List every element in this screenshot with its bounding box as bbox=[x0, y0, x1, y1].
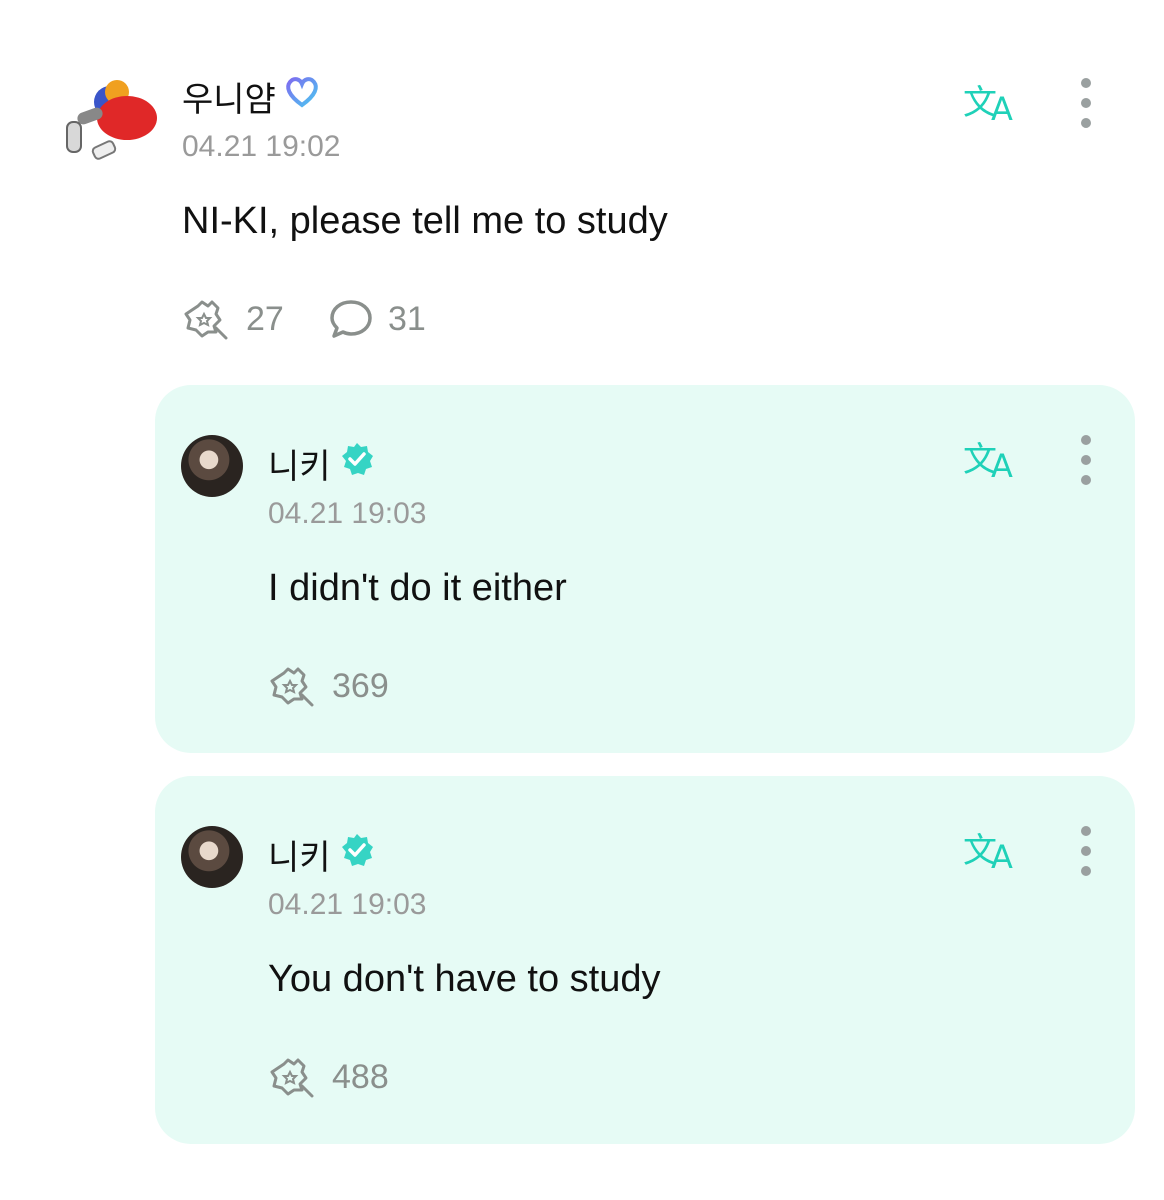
like-sticker-icon bbox=[270, 667, 314, 707]
reply-timestamp: 04.21 19:03 bbox=[268, 497, 427, 530]
post: 우니얌 04.21 19:02 文 A NI-KI, please tell m… bbox=[0, 0, 1164, 370]
verified-badge-icon bbox=[339, 832, 375, 877]
author-name: 니키 bbox=[268, 448, 331, 486]
post-text: NI-KI, please tell me to study bbox=[182, 200, 668, 242]
comment-bubble-icon bbox=[330, 300, 372, 338]
like-count: 369 bbox=[332, 666, 389, 705]
more-options-icon[interactable] bbox=[1076, 435, 1096, 485]
reply-text: You don't have to study bbox=[268, 958, 661, 1000]
comment-button[interactable]: 31 bbox=[328, 298, 426, 340]
author-name: 니키 bbox=[268, 839, 331, 877]
translate-icon[interactable]: 文 A bbox=[963, 76, 1023, 128]
like-button[interactable]: 369 bbox=[268, 665, 389, 707]
heart-badge-icon bbox=[284, 75, 320, 118]
reply-card: 니키 04.21 19:03 文 A You don't have to stu… bbox=[155, 776, 1135, 1144]
reply-timestamp: 04.21 19:03 bbox=[268, 888, 427, 921]
like-count: 27 bbox=[246, 299, 284, 338]
translate-icon[interactable]: 文 A bbox=[963, 433, 1023, 485]
post-timestamp: 04.21 19:02 bbox=[182, 130, 341, 163]
comment-count: 31 bbox=[388, 299, 426, 338]
like-button[interactable]: 488 bbox=[268, 1056, 389, 1098]
artist-avatar[interactable] bbox=[181, 435, 243, 497]
author-name: 우니얌 bbox=[182, 81, 276, 119]
user-avatar[interactable] bbox=[55, 70, 165, 170]
reply-card: 니키 04.21 19:03 文 A I didn't do it either… bbox=[155, 385, 1135, 753]
post-author[interactable]: 우니얌 bbox=[182, 72, 320, 121]
like-sticker-icon bbox=[184, 300, 228, 340]
more-options-icon[interactable] bbox=[1076, 78, 1096, 128]
reply-author[interactable]: 니키 bbox=[268, 830, 375, 879]
like-sticker-icon bbox=[270, 1058, 314, 1098]
reply-author[interactable]: 니키 bbox=[268, 439, 375, 488]
artist-avatar[interactable] bbox=[181, 826, 243, 888]
svg-text:A: A bbox=[991, 838, 1013, 874]
like-count: 488 bbox=[332, 1057, 389, 1096]
translate-icon[interactable]: 文 A bbox=[963, 824, 1023, 876]
reply-text: I didn't do it either bbox=[268, 567, 567, 609]
more-options-icon[interactable] bbox=[1076, 826, 1096, 876]
like-button[interactable]: 27 bbox=[182, 298, 284, 340]
svg-text:A: A bbox=[991, 447, 1013, 483]
verified-badge-icon bbox=[339, 441, 375, 486]
svg-text:A: A bbox=[991, 90, 1013, 126]
